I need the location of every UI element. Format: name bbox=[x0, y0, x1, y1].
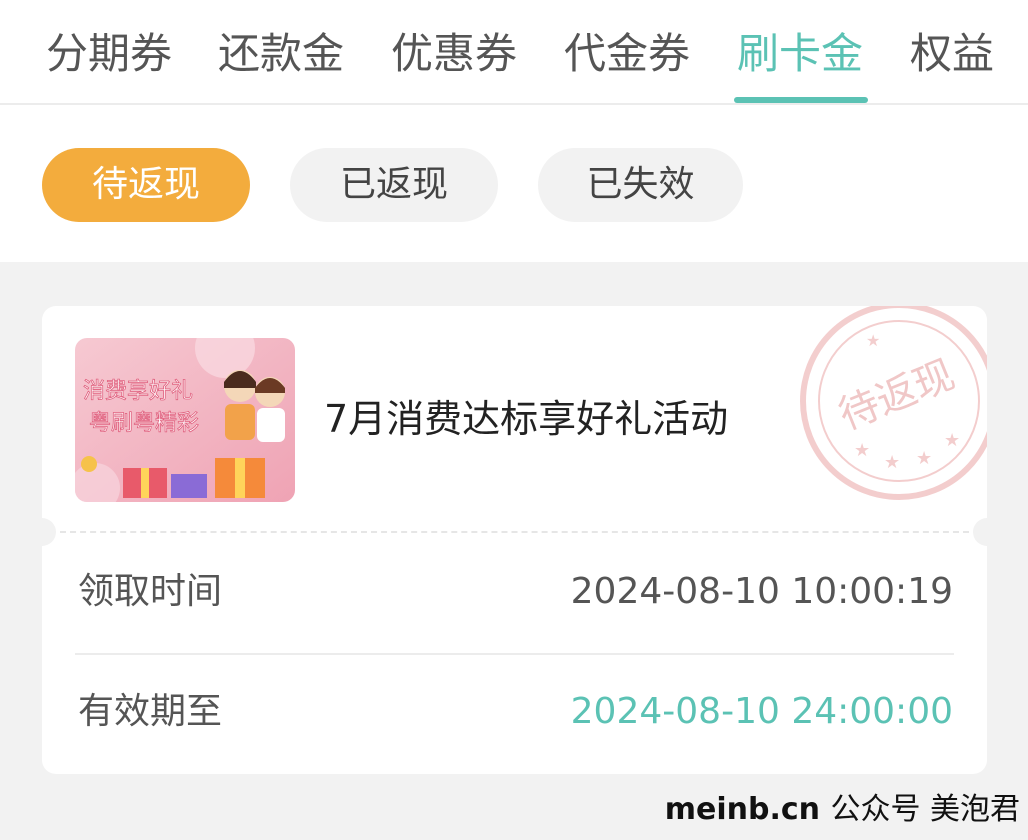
ticket-notch-right bbox=[973, 518, 987, 546]
promo-thumbnail: 消费享好礼 粤刷粤精彩 bbox=[75, 338, 295, 502]
ticket-notch-left bbox=[42, 518, 56, 546]
filter-pending-cashback[interactable]: 待返现 bbox=[42, 148, 250, 222]
valid-until-label: 有效期至 bbox=[78, 691, 223, 732]
tab-installment-coupon[interactable]: 分期券 bbox=[46, 26, 172, 82]
dashed-divider bbox=[60, 531, 969, 533]
activity-title: 7月消费达标享好礼活动 bbox=[324, 397, 729, 441]
row-divider bbox=[75, 653, 954, 655]
tab-card-swipe-credit[interactable]: 刷卡金 bbox=[737, 26, 863, 82]
svg-text:★: ★ bbox=[916, 448, 932, 469]
tab-benefits[interactable]: 权益 bbox=[910, 26, 994, 82]
svg-text:★: ★ bbox=[854, 440, 870, 461]
svg-text:消费享好礼: 消费享好礼 bbox=[83, 379, 193, 404]
watermark-site: meinb.cn bbox=[664, 792, 820, 827]
tab-discount-coupon[interactable]: 优惠券 bbox=[391, 26, 517, 82]
svg-text:待返现: 待返现 bbox=[833, 352, 961, 440]
watermark: meinb.cn 公众号 美泡君 bbox=[665, 788, 1020, 832]
tab-voucher[interactable]: 代金券 bbox=[564, 26, 690, 82]
claim-time-value: 2024-08-10 10:00:19 bbox=[570, 571, 953, 612]
status-filter-bar: 待返现 已返现 已失效 bbox=[0, 105, 1028, 262]
svg-text:★: ★ bbox=[866, 331, 880, 350]
reward-card[interactable]: 消费享好礼 粤刷粤精彩 7月消费达标享好礼活动 待返现 ★ ★ ★ ★ ★ 领取… bbox=[42, 306, 987, 774]
claim-time-label: 领取时间 bbox=[78, 571, 223, 612]
valid-until-value: 2024-08-10 24:00:00 bbox=[570, 691, 953, 732]
svg-text:★: ★ bbox=[884, 452, 900, 473]
filter-cashback-done[interactable]: 已返现 bbox=[290, 148, 498, 222]
active-tab-indicator bbox=[734, 97, 868, 103]
top-tab-bar: 分期券 还款金 优惠券 代金券 刷卡金 权益 bbox=[0, 0, 1028, 105]
filter-expired[interactable]: 已失效 bbox=[538, 148, 743, 222]
watermark-text: 公众号 美泡君 bbox=[830, 792, 1020, 827]
svg-text:★: ★ bbox=[944, 430, 960, 451]
tab-repayment-credit[interactable]: 还款金 bbox=[218, 26, 344, 82]
svg-text:粤刷粤精彩: 粤刷粤精彩 bbox=[89, 411, 199, 436]
pending-cashback-stamp: 待返现 ★ ★ ★ ★ ★ bbox=[800, 306, 987, 500]
